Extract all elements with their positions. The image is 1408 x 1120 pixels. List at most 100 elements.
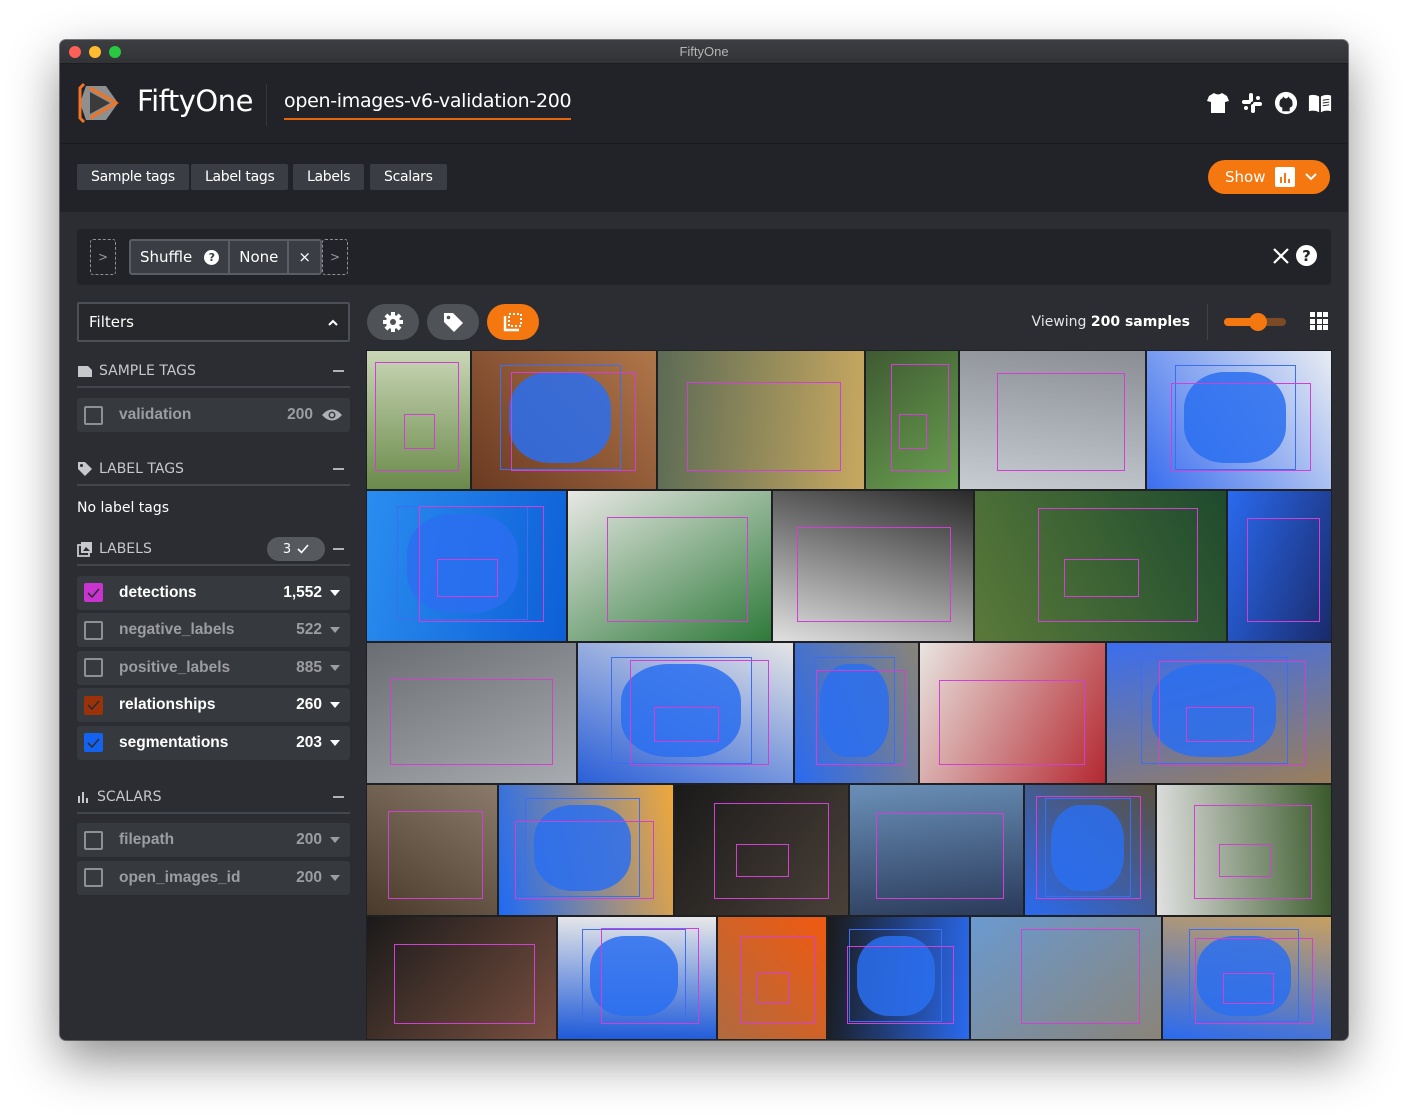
- sample-tile[interactable]: [974, 490, 1227, 642]
- checkbox[interactable]: [84, 695, 103, 715]
- sample-tile[interactable]: [849, 784, 1024, 916]
- sample-tags-header[interactable]: SAMPLE TAGS: [77, 356, 350, 388]
- field-row[interactable]: positive_labels 885: [77, 650, 350, 685]
- zoom-window-button[interactable]: [109, 46, 121, 58]
- filters-dropdown[interactable]: Filters: [77, 302, 350, 342]
- close-window-button[interactable]: [69, 46, 81, 58]
- sample-tile[interactable]: [970, 916, 1162, 1040]
- caret-down-icon[interactable]: [330, 874, 340, 881]
- sample-tile[interactable]: [657, 350, 865, 490]
- collapse-icon[interactable]: [333, 795, 344, 798]
- slack-icon[interactable]: [1240, 90, 1264, 116]
- sample-tile[interactable]: [827, 916, 970, 1040]
- clear-view-icon[interactable]: [1272, 247, 1290, 265]
- sample-tile[interactable]: [717, 916, 827, 1040]
- sample-tile[interactable]: [674, 784, 849, 916]
- sample-tag-row[interactable]: validation 200: [77, 398, 350, 432]
- checkbox[interactable]: [84, 405, 103, 425]
- tshirt-icon[interactable]: [1206, 90, 1230, 116]
- eye-icon[interactable]: [321, 408, 343, 422]
- field-row[interactable]: relationships 260: [77, 688, 350, 722]
- tab-scalars[interactable]: Scalars: [370, 164, 447, 190]
- sample-tile[interactable]: [577, 642, 794, 784]
- labels-header[interactable]: LABELS 3: [77, 534, 350, 566]
- field-count: 200: [296, 831, 322, 848]
- field-row[interactable]: negative_labels 522: [77, 613, 350, 647]
- sample-tile[interactable]: [557, 916, 717, 1040]
- label-tags-header[interactable]: LABEL TAGS: [77, 454, 350, 486]
- label-tag-icon: [78, 462, 92, 476]
- tab-sample-tags[interactable]: Sample tags: [77, 164, 189, 190]
- caret-down-icon[interactable]: [330, 837, 340, 843]
- caret-down-icon[interactable]: [330, 739, 340, 746]
- view-help-icon[interactable]: ?: [1296, 245, 1317, 266]
- caret-down-icon[interactable]: [330, 702, 340, 708]
- add-stage-after[interactable]: >: [322, 239, 348, 275]
- slider-thumb[interactable]: [1249, 313, 1268, 331]
- field-row[interactable]: filepath 200: [77, 823, 350, 857]
- checkbox[interactable]: [84, 733, 103, 752]
- tab-labels[interactable]: Labels: [293, 164, 365, 190]
- sample-tile[interactable]: [1146, 350, 1332, 490]
- caret-down-icon[interactable]: [330, 589, 340, 596]
- collapse-icon[interactable]: [333, 548, 344, 550]
- sample-tile[interactable]: [772, 490, 974, 642]
- zoom-slider[interactable]: [1224, 313, 1286, 331]
- field-row[interactable]: detections 1,552: [77, 575, 350, 610]
- stage-value[interactable]: None: [230, 241, 290, 273]
- sample-tile[interactable]: [1227, 490, 1332, 642]
- settings-button[interactable]: [367, 304, 419, 340]
- sample-tile[interactable]: [366, 642, 577, 784]
- sample-tile[interactable]: [366, 916, 557, 1040]
- sample-tile[interactable]: [366, 350, 471, 490]
- selected-labels-badge[interactable]: 3: [267, 537, 325, 561]
- checkbox[interactable]: [84, 868, 103, 887]
- detection-box: [1171, 383, 1311, 472]
- no-label-tags-text: No label tags: [77, 500, 170, 516]
- sample-tile[interactable]: [1106, 642, 1332, 784]
- collapse-icon[interactable]: [333, 370, 344, 372]
- patches-button[interactable]: [487, 304, 539, 340]
- scalars-header[interactable]: SCALARS: [77, 782, 350, 814]
- dataset-selector[interactable]: open-images-v6-validation-200: [284, 90, 572, 120]
- sample-tile[interactable]: [1162, 916, 1332, 1040]
- fiftyone-logo-icon[interactable]: [76, 80, 122, 126]
- caret-down-icon[interactable]: [330, 664, 340, 671]
- checkbox[interactable]: [84, 658, 103, 677]
- add-stage-before[interactable]: >: [90, 239, 116, 275]
- sample-tile[interactable]: [919, 642, 1106, 784]
- sample-tile[interactable]: [1024, 784, 1156, 916]
- sample-tile[interactable]: [498, 784, 674, 916]
- sample-tile[interactable]: [794, 642, 919, 784]
- sample-tile[interactable]: [366, 784, 498, 916]
- detection-box: [797, 527, 951, 622]
- tag-button[interactable]: [427, 304, 479, 340]
- check-icon: [87, 700, 100, 710]
- field-row[interactable]: open_images_id 200: [77, 860, 350, 895]
- tab-label-tags[interactable]: Label tags: [191, 164, 289, 190]
- github-icon[interactable]: [1274, 90, 1298, 116]
- field-row[interactable]: segmentations 203: [77, 725, 350, 760]
- check-icon: [87, 737, 100, 748]
- minimize-window-button[interactable]: [89, 46, 101, 58]
- remove-stage-button[interactable]: ×: [289, 241, 320, 273]
- sample-tile[interactable]: [1156, 784, 1332, 916]
- grid-layout-icon[interactable]: [1310, 312, 1328, 330]
- help-icon[interactable]: ?: [204, 249, 220, 265]
- docs-book-icon[interactable]: [1308, 90, 1332, 116]
- checkbox[interactable]: [84, 830, 103, 850]
- show-button[interactable]: Show: [1208, 160, 1330, 194]
- sample-tile[interactable]: [959, 350, 1146, 490]
- sample-tile[interactable]: [865, 350, 959, 490]
- sample-tile[interactable]: [567, 490, 772, 642]
- collapse-icon[interactable]: [333, 468, 344, 470]
- checkbox[interactable]: [84, 620, 103, 640]
- caret-down-icon[interactable]: [330, 627, 340, 633]
- field-count: 203: [296, 733, 322, 751]
- brand-name[interactable]: FiftyOne: [137, 84, 253, 118]
- stage-name[interactable]: Shuffle?: [131, 241, 231, 273]
- checkbox[interactable]: [84, 583, 103, 602]
- sample-tile[interactable]: [471, 350, 657, 490]
- sample-tile[interactable]: [366, 490, 567, 642]
- detection-box: [898, 414, 928, 449]
